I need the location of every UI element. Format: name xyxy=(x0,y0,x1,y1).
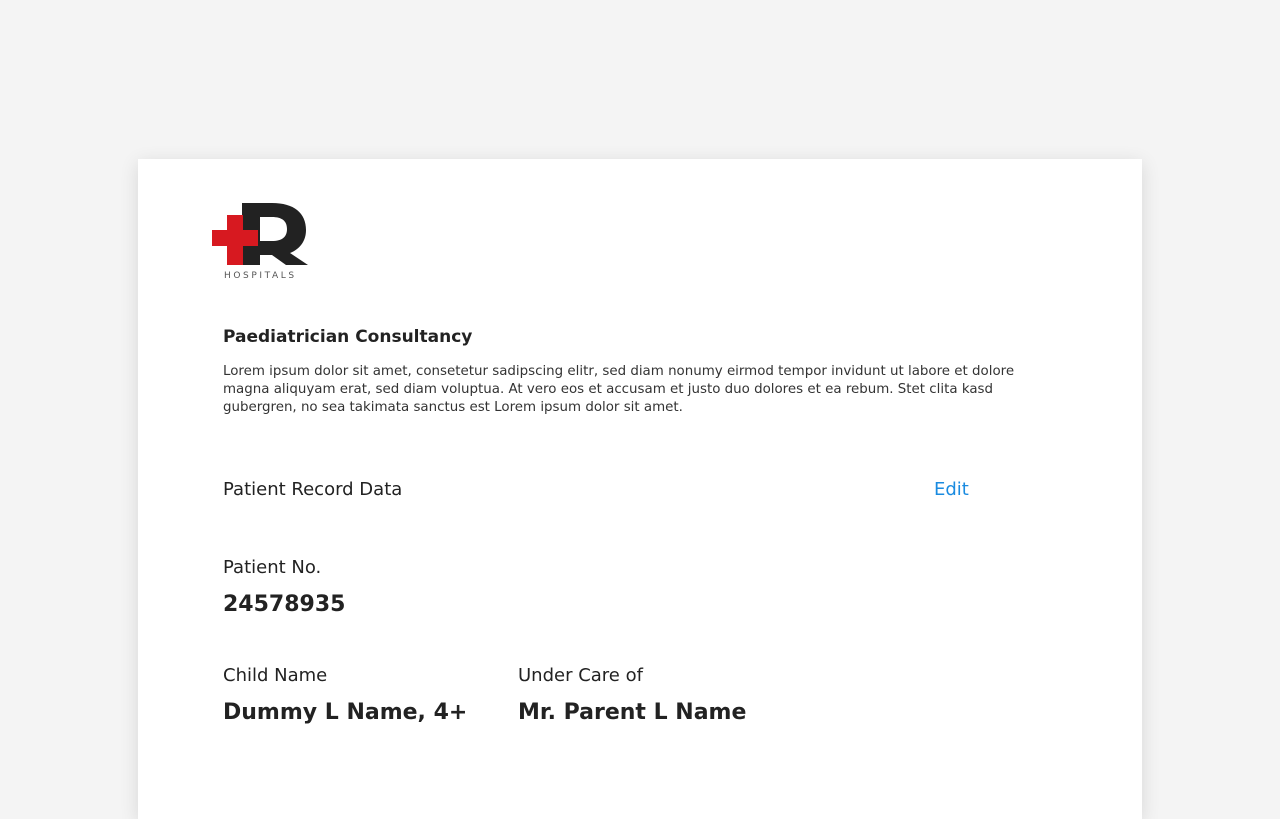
patient-no-value: 24578935 xyxy=(223,592,346,617)
patient-no-label: Patient No. xyxy=(223,557,322,578)
under-care-label: Under Care of xyxy=(518,665,643,686)
child-name-value: Dummy L Name, 4+ xyxy=(223,700,468,725)
under-care-value: Mr. Parent L Name xyxy=(518,700,747,725)
logo-mark-icon xyxy=(212,203,308,265)
child-name-label: Child Name xyxy=(223,665,328,686)
consultancy-description: Lorem ipsum dolor sit amet, consetetur s… xyxy=(223,364,1015,415)
patient-record-card: HOSPITALS Paediatrician Consultancy Lore… xyxy=(138,159,1142,819)
logo-subtitle: HOSPITALS xyxy=(224,271,297,281)
section-title: Patient Record Data xyxy=(223,479,403,500)
page-title: Paediatrician Consultancy xyxy=(223,327,473,347)
hospital-logo: HOSPITALS xyxy=(212,203,312,283)
edit-link[interactable]: Edit xyxy=(934,479,969,500)
